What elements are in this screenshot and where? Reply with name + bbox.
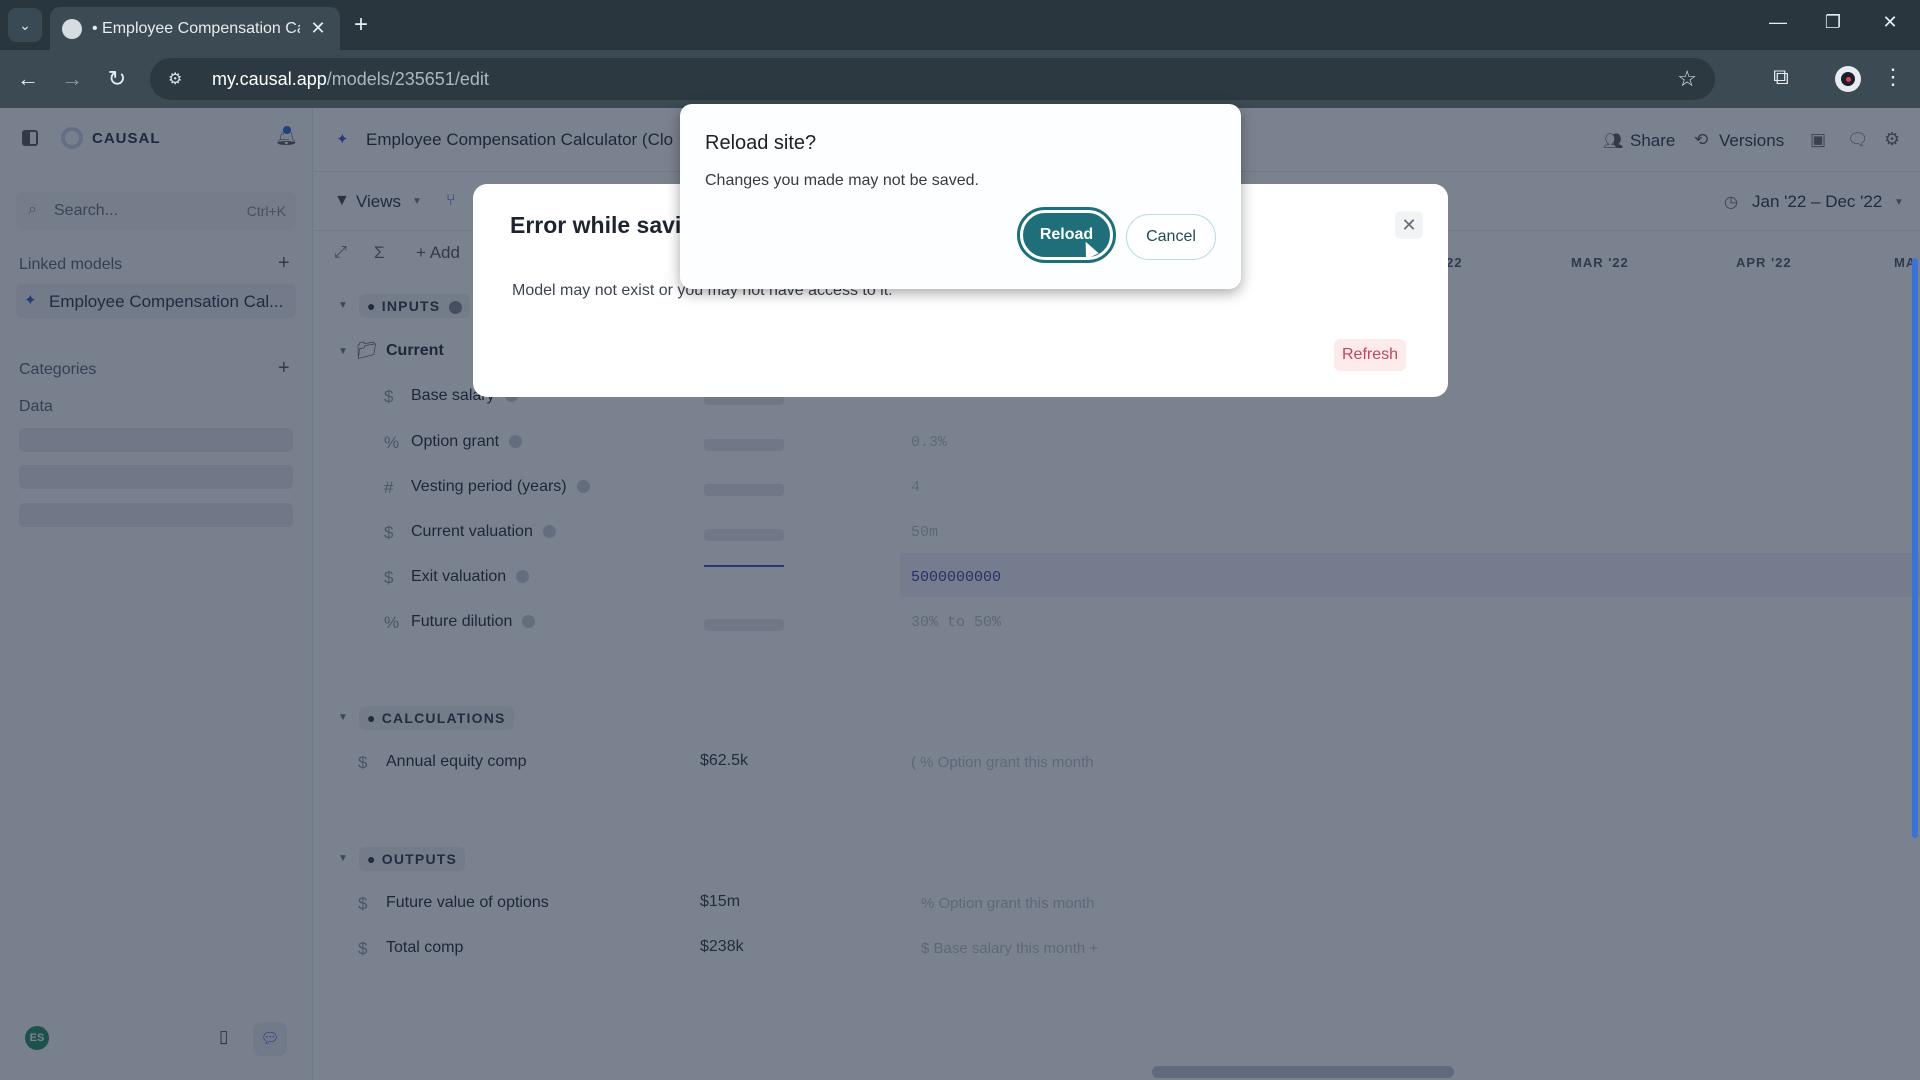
restore-icon[interactable]: ❐ (1813, 12, 1853, 33)
profile-icon[interactable] (1835, 66, 1861, 92)
bookmark-star-icon[interactable]: ☆ (1677, 66, 1697, 92)
back-icon[interactable]: ← (13, 64, 43, 94)
reload-button[interactable]: Reload (1017, 207, 1116, 263)
url-bar[interactable]: ⚙ my.causal.app/models/235651/edit ☆ (150, 58, 1715, 100)
chevron-down-icon: ⌄ (19, 16, 31, 33)
address-bar-row: ← → ↻ ⚙ my.causal.app/models/235651/edit… (0, 50, 1920, 108)
reload-site-dialog: Reload site? Changes you made may not be… (680, 104, 1241, 289)
close-icon[interactable]: ✕ (1395, 211, 1423, 239)
dialog-title: Reload site? (705, 132, 817, 154)
error-title: Error while savin (510, 212, 696, 238)
site-settings-icon[interactable]: ⚙ (168, 69, 198, 89)
cancel-button[interactable]: Cancel (1126, 214, 1216, 260)
dialog-message: Changes you made may not be saved. (705, 172, 979, 189)
favicon-icon (62, 18, 82, 39)
close-tab-icon[interactable]: ✕ (308, 18, 328, 39)
tab-list-button[interactable]: ⌄ (8, 8, 42, 42)
forward-icon[interactable]: → (57, 64, 87, 94)
url-path: /models/235651/edit (326, 68, 489, 89)
new-tab-icon[interactable]: + (354, 12, 368, 38)
tab-title: • Employee Compensation Calc (92, 19, 300, 37)
horizontal-scrollbar[interactable] (1152, 1066, 1454, 1078)
close-window-icon[interactable]: ✕ (1870, 12, 1910, 33)
browser-tab-bar: ⌄ • Employee Compensation Calc ✕ + — ❐ ✕ (0, 0, 1920, 50)
menu-icon[interactable]: ⋮ (1878, 64, 1908, 90)
minimize-icon[interactable]: — (1758, 12, 1798, 33)
url-domain: my.causal.app (212, 68, 327, 89)
extensions-icon[interactable]: ⧉ (1766, 64, 1796, 90)
browser-tab[interactable]: • Employee Compensation Calc ✕ (50, 7, 340, 50)
vertical-scrollbar[interactable] (1912, 258, 1918, 838)
refresh-button[interactable]: Refresh (1334, 339, 1407, 371)
reload-icon[interactable]: ↻ (102, 64, 132, 94)
